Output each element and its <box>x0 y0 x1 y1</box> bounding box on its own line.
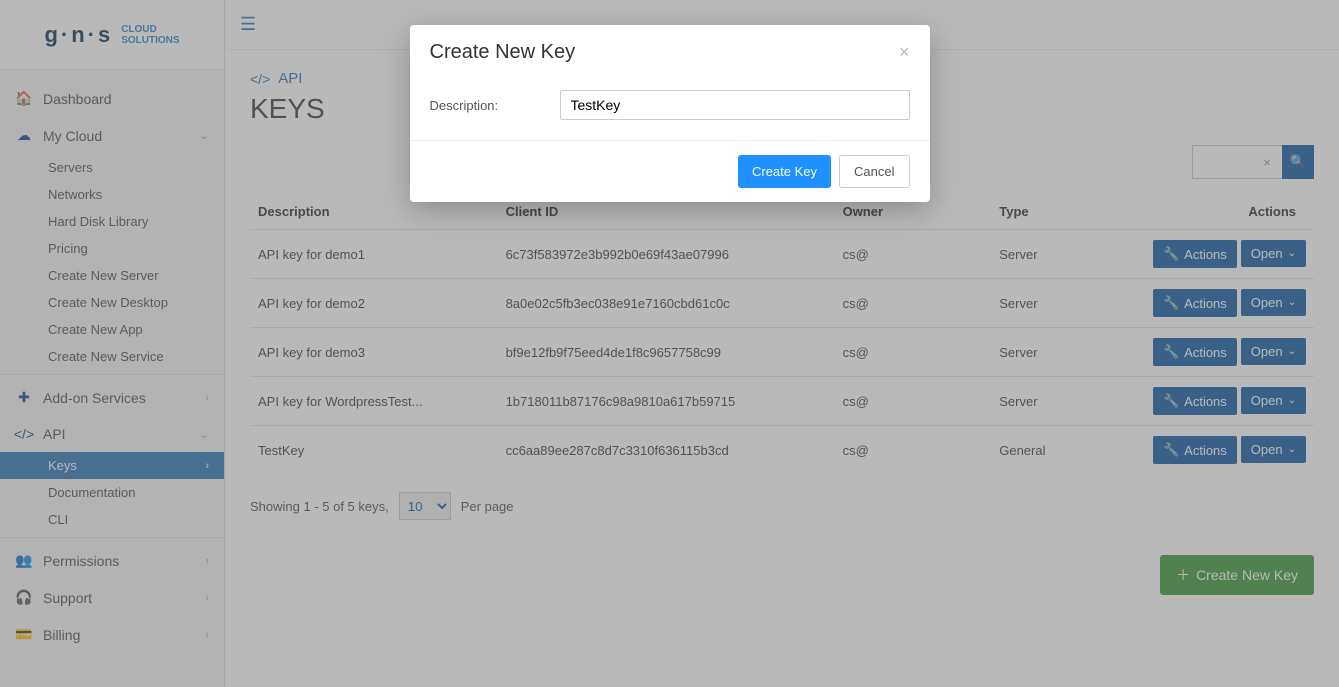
close-icon[interactable]: × <box>899 42 910 63</box>
description-input[interactable] <box>560 90 910 120</box>
create-key-button[interactable]: Create Key <box>738 155 831 188</box>
cancel-button[interactable]: Cancel <box>839 155 909 188</box>
modal-title: Create New Key <box>430 41 576 64</box>
create-key-modal: Create New Key × Description: Create Key… <box>410 25 930 202</box>
modal-overlay: Create New Key × Description: Create Key… <box>0 0 1339 687</box>
description-label: Description: <box>430 98 540 113</box>
